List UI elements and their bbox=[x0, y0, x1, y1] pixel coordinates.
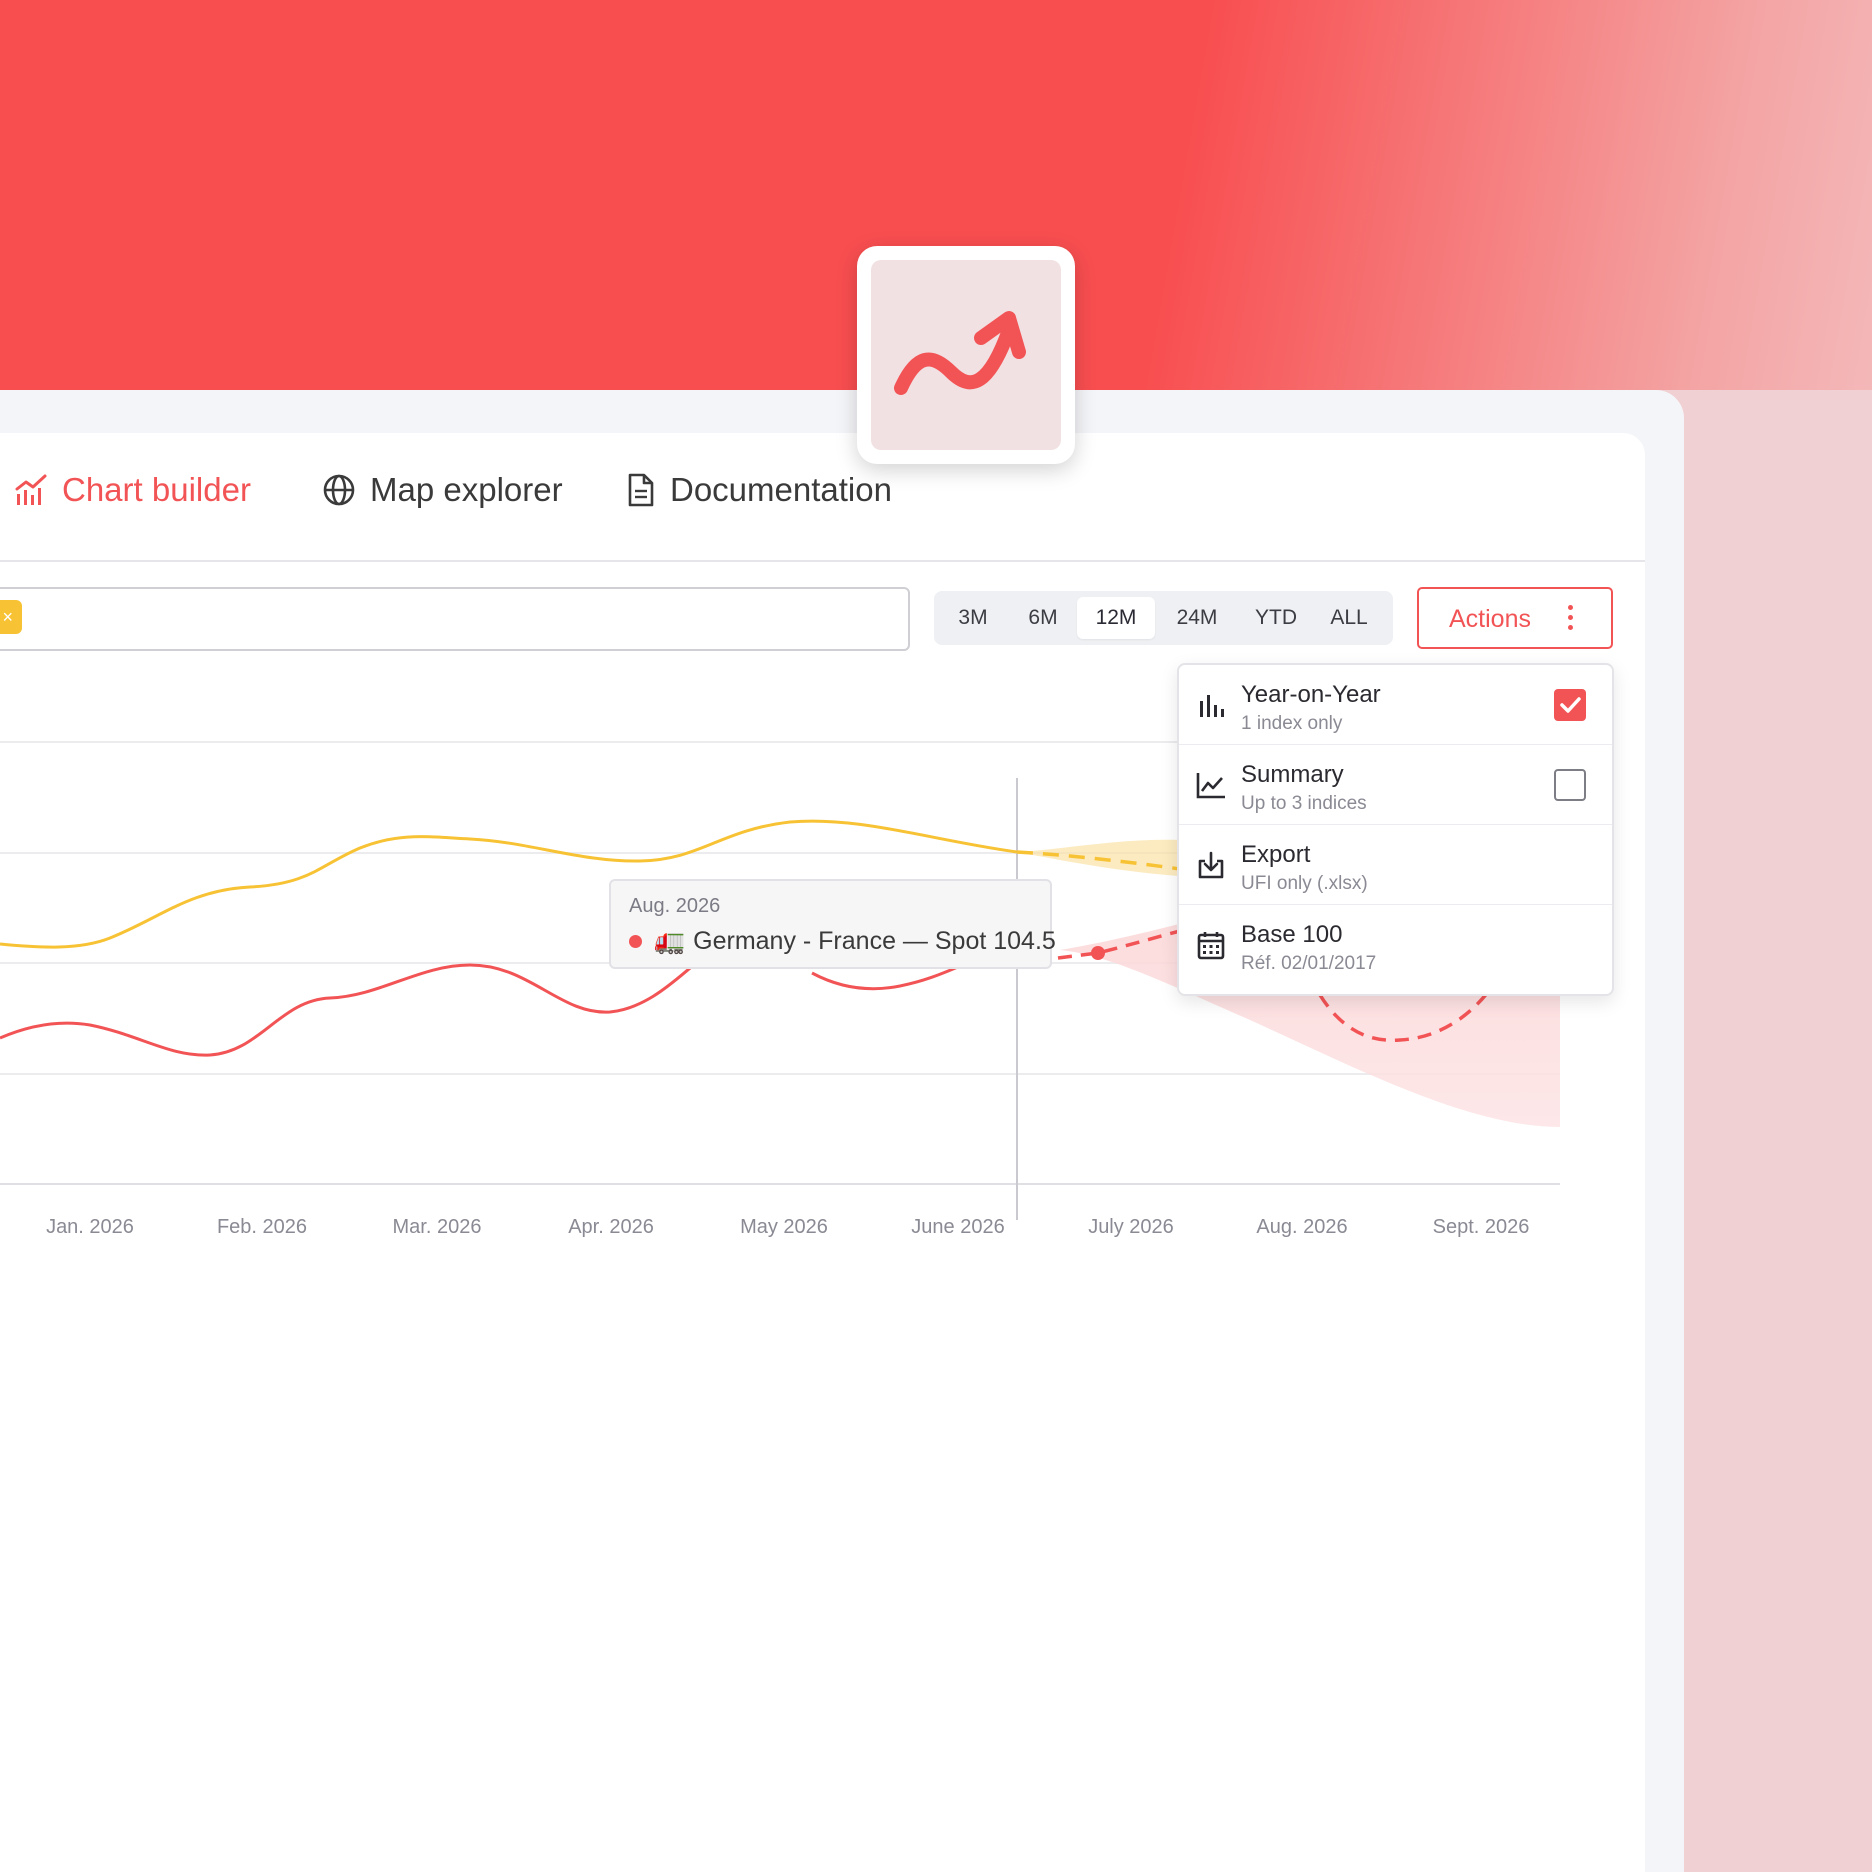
menu-item-title: Summary bbox=[1241, 761, 1344, 788]
app-logo bbox=[857, 246, 1075, 464]
trend-arrow-icon bbox=[894, 311, 1026, 395]
globe-icon bbox=[323, 474, 355, 506]
range-6m-button[interactable]: 6M bbox=[1014, 597, 1072, 639]
menu-item-subtitle: Up to 3 indices bbox=[1241, 793, 1367, 814]
menu-item-base-100[interactable]: Base 100 Réf. 02/01/2017 bbox=[1179, 905, 1612, 985]
year-on-year-checkbox[interactable] bbox=[1554, 689, 1586, 721]
time-range-selector: 3M 6M 12M 24M YTD ALL bbox=[934, 591, 1393, 645]
menu-item-export[interactable]: Export UFI only (.xlsx) bbox=[1179, 825, 1612, 905]
series-color-dot bbox=[629, 935, 642, 948]
series-red-line bbox=[0, 958, 701, 1057]
selected-index-chip[interactable]: × bbox=[0, 600, 22, 634]
chart-tooltip: Aug. 2026 🚛 Germany - France — Spot 104.… bbox=[609, 879, 1056, 969]
nav-chart-builder-label: Chart builder bbox=[62, 471, 251, 508]
calendar-icon bbox=[1197, 932, 1225, 960]
bar-chart-icon bbox=[1200, 695, 1224, 717]
range-3m-button[interactable]: 3M bbox=[944, 597, 1002, 639]
tooltip-series-line: 🚛 Germany - France — Spot 104.5 bbox=[629, 927, 1056, 956]
tooltip-date: Aug. 2026 bbox=[629, 895, 721, 917]
menu-item-subtitle: Réf. 02/01/2017 bbox=[1241, 953, 1377, 974]
menu-item-year-on-year[interactable]: Year-on-Year 1 index only bbox=[1179, 665, 1612, 745]
summary-checkbox[interactable] bbox=[1554, 769, 1586, 801]
actions-dropdown-menu: Year-on-Year 1 index only Summary Up to … bbox=[1177, 663, 1614, 996]
range-12m-button[interactable]: 12M bbox=[1077, 597, 1155, 639]
download-icon bbox=[1198, 851, 1224, 879]
tooltip-series-value: Germany - France — Spot 104.5 bbox=[693, 927, 1056, 955]
x-tick-label: Mar. 2026 bbox=[393, 1216, 482, 1238]
x-tick-label: May 2026 bbox=[740, 1216, 828, 1238]
nav-chart-builder[interactable]: Chart builder bbox=[14, 466, 251, 514]
x-tick-label: July 2026 bbox=[1088, 1216, 1174, 1238]
x-tick-label: Feb. 2026 bbox=[217, 1216, 307, 1238]
check-icon bbox=[1560, 697, 1581, 713]
line-chart-icon bbox=[1196, 773, 1225, 799]
nav-divider bbox=[0, 560, 1645, 562]
range-ytd-button[interactable]: YTD bbox=[1244, 597, 1308, 639]
range-24m-button[interactable]: 24M bbox=[1162, 597, 1232, 639]
menu-item-subtitle: UFI only (.xlsx) bbox=[1241, 873, 1368, 894]
nav-documentation-label: Documentation bbox=[670, 471, 892, 508]
document-icon bbox=[628, 473, 654, 507]
actions-label: Actions bbox=[1449, 605, 1531, 633]
menu-item-title: Base 100 bbox=[1241, 921, 1343, 948]
chip-close-icon[interactable]: × bbox=[2, 607, 13, 628]
red-forecast-point bbox=[1091, 946, 1105, 960]
menu-item-title: Year-on-Year bbox=[1241, 681, 1381, 708]
menu-item-title: Export bbox=[1241, 841, 1311, 868]
range-all-button[interactable]: ALL bbox=[1320, 597, 1378, 639]
x-tick-label: Apr. 2026 bbox=[568, 1216, 654, 1238]
menu-item-summary[interactable]: Summary Up to 3 indices bbox=[1179, 745, 1612, 825]
nav-map-explorer-label: Map explorer bbox=[370, 471, 563, 508]
truck-emoji-icon: 🚛 bbox=[654, 927, 686, 955]
nav-documentation[interactable]: Documentation bbox=[626, 466, 892, 514]
x-tick-label: June 2026 bbox=[911, 1216, 1004, 1238]
x-tick-label: Aug. 2026 bbox=[1256, 1216, 1347, 1238]
menu-item-subtitle: 1 index only bbox=[1241, 713, 1343, 734]
nav-map-explorer[interactable]: Map explorer bbox=[322, 466, 563, 514]
kebab-menu-icon bbox=[1565, 605, 1575, 633]
x-tick-label: Jan. 2026 bbox=[46, 1216, 134, 1238]
x-axis-ticks: Jan. 2026 Feb. 2026 Mar. 2026 Apr. 2026 … bbox=[46, 1216, 1529, 1238]
x-tick-label: Sept. 2026 bbox=[1433, 1216, 1530, 1238]
chart-icon bbox=[15, 474, 47, 505]
